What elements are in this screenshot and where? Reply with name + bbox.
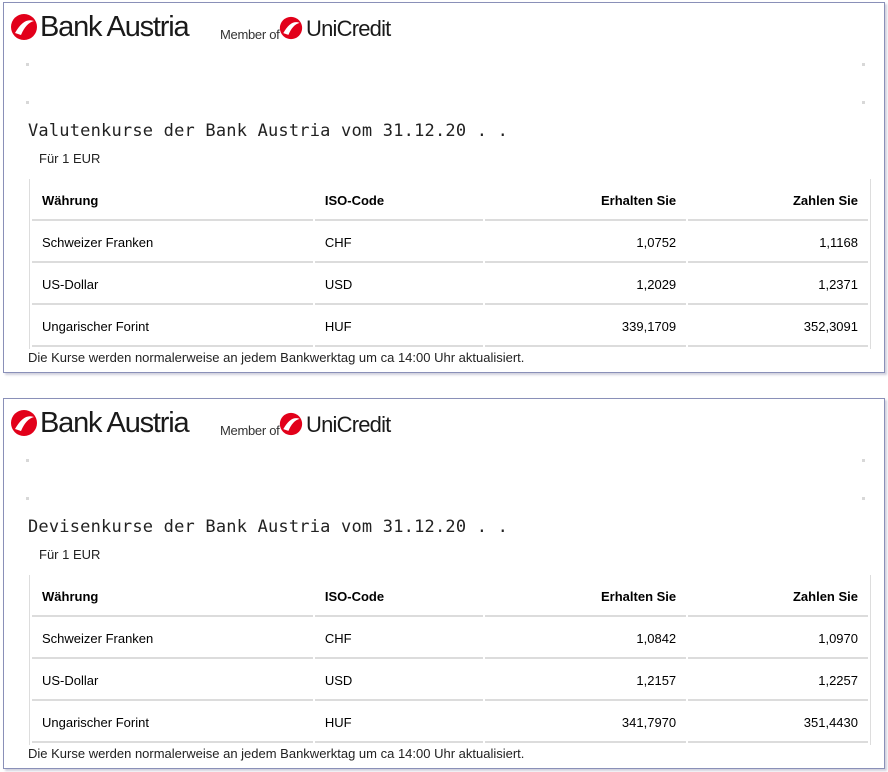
update-note: Die Kurse werden normalerweise an jedem … (28, 350, 525, 365)
currency-name: US-Dollar (32, 265, 313, 305)
pay-rate: 1,0970 (688, 619, 868, 659)
divider-dot (862, 497, 865, 500)
table-header: Währung ISO-Code Erhalten Sie Zahlen Sie (32, 577, 868, 617)
header-receive: Erhalten Sie (484, 181, 687, 221)
table-header: Währung ISO-Code Erhalten Sie Zahlen Sie (32, 181, 868, 221)
unicredit-logo-icon (279, 412, 303, 436)
iso-code: CHF (314, 223, 483, 263)
iso-code: CHF (314, 619, 483, 659)
pay-rate: 1,2257 (688, 661, 868, 701)
table-row: US-Dollar USD 1,2029 1,2371 (32, 265, 868, 305)
pay-rate: 1,2371 (688, 265, 868, 305)
partner-text: UniCredit (306, 412, 391, 437)
header-currency: Währung (32, 181, 313, 221)
header-pay: Zahlen Sie (688, 181, 868, 221)
table-row: Ungarischer Forint HUF 341,7970 351,4430 (32, 703, 868, 743)
unicredit-swirl-icon (11, 14, 37, 40)
logo-text: Bank Austria (40, 407, 190, 439)
member-of-text: Member of (220, 423, 280, 438)
partner-text: UniCredit (306, 16, 391, 41)
unit-label: Für 1 EUR (39, 547, 101, 562)
currency-name: Schweizer Franken (32, 619, 313, 659)
currency-name: Ungarischer Forint (32, 307, 313, 347)
rates-table: Währung ISO-Code Erhalten Sie Zahlen Sie… (29, 575, 871, 745)
header-iso: ISO-Code (314, 181, 483, 221)
receive-rate: 341,7970 (484, 703, 687, 743)
member-of-text: Member of (220, 27, 280, 42)
currency-name: US-Dollar (32, 661, 313, 701)
bank-austria-logo: Bank Austria Member of UniCredit (10, 407, 430, 447)
unicredit-swirl-icon (11, 410, 37, 436)
receive-rate: 1,2029 (484, 265, 687, 305)
iso-code: HUF (314, 307, 483, 347)
divider-dot (26, 63, 29, 66)
header-receive: Erhalten Sie (484, 577, 687, 617)
receive-rate: 1,0842 (484, 619, 687, 659)
divider-dot (26, 101, 29, 104)
iso-code: USD (314, 661, 483, 701)
table-row: US-Dollar USD 1,2157 1,2257 (32, 661, 868, 701)
logo-text: Bank Austria (40, 11, 190, 43)
table-row: Ungarischer Forint HUF 339,1709 352,3091 (32, 307, 868, 347)
receive-rate: 1,0752 (484, 223, 687, 263)
receive-rate: 339,1709 (484, 307, 687, 347)
devisen-panel: Bank Austria Member of UniCredit Devisen… (3, 398, 885, 769)
unit-label: Für 1 EUR (39, 151, 101, 166)
unicredit-logo-icon (279, 16, 303, 40)
divider-dot (862, 459, 865, 462)
divider-dot (862, 101, 865, 104)
receive-rate: 1,2157 (484, 661, 687, 701)
pay-rate: 352,3091 (688, 307, 868, 347)
divider-dot (26, 497, 29, 500)
iso-code: USD (314, 265, 483, 305)
divider-dot (862, 63, 865, 66)
update-note: Die Kurse werden normalerweise an jedem … (28, 746, 525, 761)
pay-rate: 351,4430 (688, 703, 868, 743)
valuten-panel: Bank Austria Member of UniCredit Valuten… (3, 2, 885, 373)
page-title: Valutenkurse der Bank Austria vom 31.12.… (28, 121, 509, 141)
bank-austria-logo: Bank Austria Member of UniCredit (10, 11, 430, 51)
pay-rate: 1,1168 (688, 223, 868, 263)
currency-name: Ungarischer Forint (32, 703, 313, 743)
iso-code: HUF (314, 703, 483, 743)
table-row: Schweizer Franken CHF 1,0752 1,1168 (32, 223, 868, 263)
table-row: Schweizer Franken CHF 1,0842 1,0970 (32, 619, 868, 659)
header-pay: Zahlen Sie (688, 577, 868, 617)
header-currency: Währung (32, 577, 313, 617)
rates-table: Währung ISO-Code Erhalten Sie Zahlen Sie… (29, 179, 871, 349)
header-iso: ISO-Code (314, 577, 483, 617)
currency-name: Schweizer Franken (32, 223, 313, 263)
divider-dot (26, 459, 29, 462)
page-title: Devisenkurse der Bank Austria vom 31.12.… (28, 517, 509, 537)
